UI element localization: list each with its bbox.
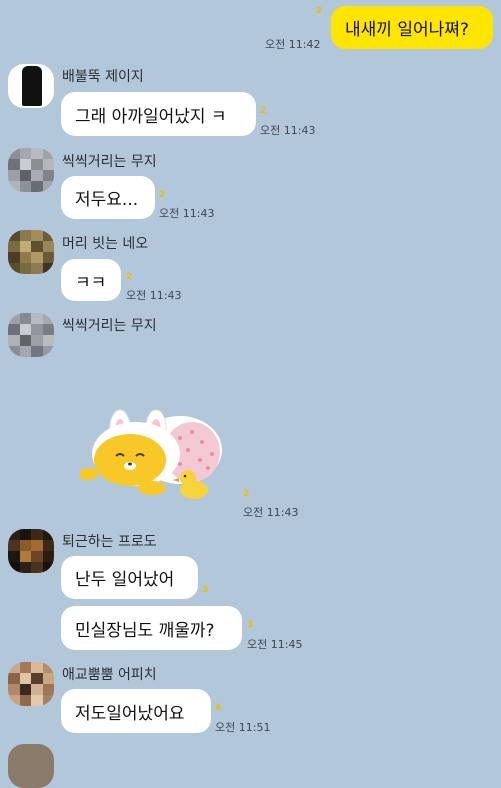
sender-name: 배불뚝 제이지	[62, 69, 144, 85]
sender-name: 씩씩거리는 무지	[62, 154, 157, 170]
unread-count: 2	[243, 489, 250, 499]
avatar[interactable]	[8, 662, 54, 706]
message-bubble[interactable]: 그래 아까일어났지 ㅋ	[61, 92, 256, 136]
message-time: 오전 11:42	[265, 38, 321, 51]
message-bubble[interactable]: ㅋㅋ	[61, 259, 121, 301]
message-bubble[interactable]: 난두 일어났어	[61, 556, 198, 599]
sender-name: 애교뿜뿜 어피치	[62, 667, 157, 683]
avatar[interactable]	[8, 64, 54, 108]
message-time: 오전 11:45	[247, 638, 303, 651]
unread-count: 2	[159, 190, 166, 200]
message-time: 오전 11:43	[260, 124, 316, 137]
avatar[interactable]	[8, 313, 54, 357]
message-time: 오전 11:43	[243, 506, 299, 519]
avatar[interactable]	[8, 148, 54, 192]
message-time: 오전 11:51	[215, 721, 271, 734]
message-time: 오전 11:43	[159, 207, 215, 220]
sender-name: 머리 빗는 네오	[62, 236, 149, 252]
message-time: 오전 11:43	[126, 289, 182, 302]
sender-name: 퇴근하는 프로도	[62, 534, 157, 550]
lying-lion-bunny-sticker[interactable]	[80, 408, 230, 508]
unread-count: 2	[316, 6, 323, 16]
message-bubble[interactable]: 민실장님도 깨울까?	[61, 606, 242, 650]
sender-name: 씩씩거리는 무지	[62, 318, 157, 334]
avatar-image	[22, 66, 42, 106]
unread-count: 2	[126, 272, 133, 282]
unread-count: 3	[202, 585, 209, 595]
message-bubble-outgoing[interactable]: 내새끼 일어나쪄?	[331, 6, 493, 49]
avatar[interactable]	[8, 529, 54, 573]
unread-count: 2	[260, 106, 267, 116]
unread-count: 4	[215, 703, 222, 713]
avatar[interactable]	[8, 230, 54, 274]
unread-count: 3	[247, 620, 254, 630]
message-bubble[interactable]: 저도일어났어요	[61, 689, 211, 733]
message-bubble[interactable]: 저두요...	[61, 176, 155, 219]
